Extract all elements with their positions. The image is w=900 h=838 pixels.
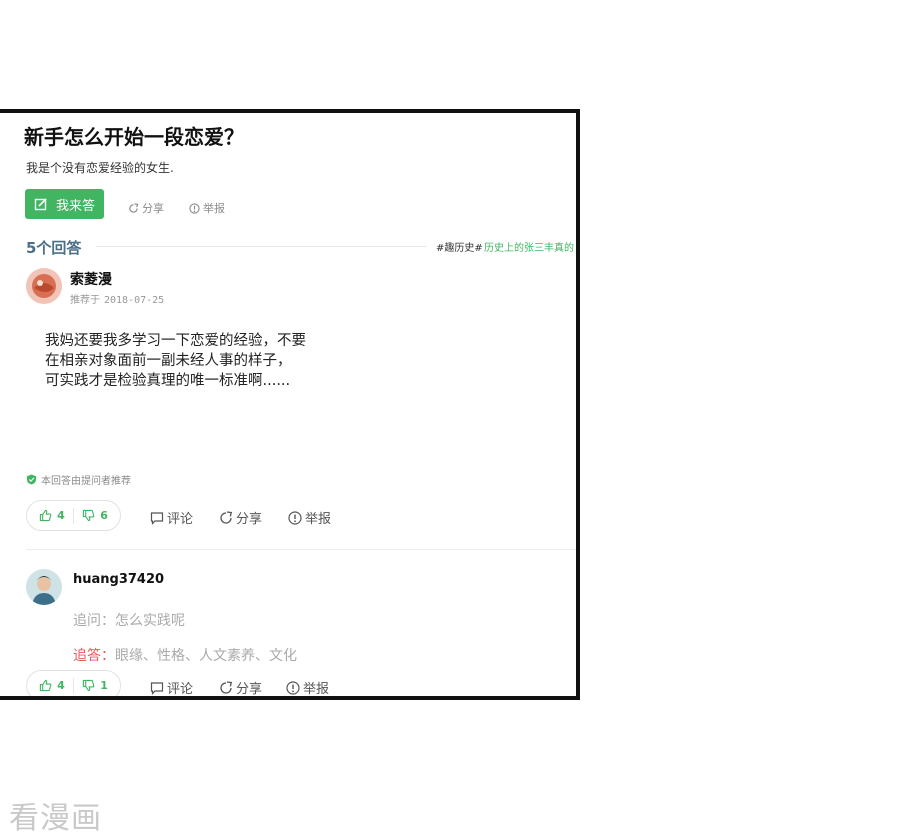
followup-question-text: 怎么实践呢 (115, 613, 185, 629)
avatar[interactable] (26, 569, 62, 605)
thumbs-down-icon (83, 679, 95, 692)
share-icon (220, 680, 233, 694)
vote-group: 4 1 (26, 670, 121, 696)
answer-meta: 推荐于 2018-07-25 (70, 291, 164, 306)
report-label: 举报 (203, 202, 225, 215)
endorsement-note: 本回答由提问者推荐 (26, 472, 131, 487)
followup-answer: 追答：眼缘、性格、人文素养、文化 (73, 645, 297, 665)
vote-divider (72, 507, 74, 524)
header-divider (96, 246, 426, 247)
avatar[interactable] (26, 268, 62, 304)
question-title: 新手怎么开始一段恋爱？ (24, 125, 244, 149)
upvote-button[interactable]: 4 (39, 509, 65, 522)
answer-line: 我妈还要我多学习一下恋爱的经验，不要 (45, 333, 306, 349)
answer-line: 可实践才是检验真理的唯一标准啊...... (45, 373, 291, 389)
report-icon (288, 510, 302, 525)
recommend-label: 推荐于 (70, 295, 100, 306)
answer-line: 在相亲对象面前一副未经人事的样子， (45, 353, 292, 369)
vote-divider (72, 677, 74, 694)
answer-button-label: 我来答 (55, 198, 95, 214)
vote-group: 4 6 (26, 500, 121, 531)
share-label: 分享 (142, 202, 164, 215)
comment-button[interactable]: 评论 (150, 678, 194, 697)
report-button[interactable]: 举报 (286, 678, 330, 697)
comment-icon (150, 511, 164, 525)
topic-tag: #趣历史# (436, 243, 483, 254)
thumbs-up-icon (39, 679, 52, 692)
share-label: 分享 (236, 512, 263, 527)
followup-answer-label: 追答： (73, 648, 115, 664)
share-label: 分享 (236, 682, 263, 697)
qa-panel: 新手怎么开始一段恋爱？ 我是个没有恋爱经验的女生. 我来答 分享 举报 5个回答… (0, 109, 580, 700)
share-button[interactable]: 分享 (219, 508, 262, 527)
question-share-link[interactable]: 分享 (128, 200, 164, 216)
comment-label: 评论 (167, 512, 194, 527)
answer-username[interactable]: huang37420 (73, 572, 164, 587)
followup-question-label: 追问： (73, 613, 115, 629)
downvote-count: 1 (100, 679, 108, 692)
upvote-count: 4 (57, 509, 65, 522)
avatar-image (26, 268, 62, 304)
share-icon (129, 202, 139, 213)
share-button[interactable]: 分享 (219, 678, 263, 697)
followup-question: 追问：怎么实践呢 (73, 610, 185, 630)
comment-icon (150, 681, 164, 695)
question-description: 我是个没有恋爱经验的女生. (26, 161, 174, 175)
answer-button[interactable]: 我来答 (25, 189, 104, 219)
report-icon (189, 202, 200, 214)
upvote-count: 4 (57, 679, 65, 692)
downvote-button[interactable]: 1 (82, 679, 108, 692)
answer-count: 5个回答 (26, 239, 82, 257)
answer-body: 我妈还要我多学习一下恋爱的经验，不要 在相亲对象面前一副未经人事的样子， 可实践… (45, 331, 306, 391)
endorsement-label: 本回答由提问者推荐 (41, 476, 131, 487)
report-label: 举报 (303, 682, 330, 697)
share-icon (220, 510, 233, 524)
report-label: 举报 (305, 512, 332, 527)
shield-check-icon (26, 474, 37, 485)
thumbs-down-icon (83, 509, 95, 522)
edit-icon (34, 198, 47, 211)
upvote-button[interactable]: 4 (39, 679, 65, 692)
followup-answer-text: 眼缘、性格、人文素养、文化 (115, 648, 297, 664)
report-icon (286, 680, 300, 695)
comment-label: 评论 (167, 682, 194, 697)
topic-link[interactable]: 历史上的张三丰真的 (484, 239, 574, 254)
thumbs-up-icon (39, 509, 52, 522)
answer-divider (26, 549, 576, 550)
answer-date: 2018-07-25 (104, 295, 165, 306)
downvote-button[interactable]: 6 (82, 509, 108, 522)
avatar-image (26, 569, 62, 605)
report-button[interactable]: 举报 (288, 508, 331, 527)
watermark: 看漫画 (9, 801, 102, 836)
downvote-count: 6 (100, 509, 108, 522)
question-report-link[interactable]: 举报 (189, 200, 225, 216)
comment-button[interactable]: 评论 (150, 508, 193, 527)
answer-username[interactable]: 索菱漫 (70, 269, 112, 289)
